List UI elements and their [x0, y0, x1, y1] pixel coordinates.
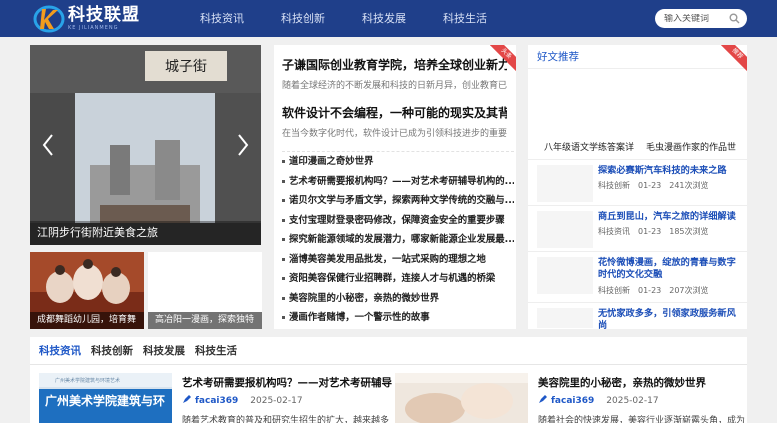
news-list-item[interactable]: 道印漫画之奇妙世界	[282, 152, 514, 172]
search-box	[655, 9, 747, 28]
nav-item-tech-innovation[interactable]: 科技创新	[269, 0, 325, 37]
news-list-item[interactable]: 支付宝理财登录密码修改，保障资金安全的重要步骤	[282, 211, 514, 231]
thumb-caption: 成都舞蹈幼儿园，培育舞	[30, 312, 144, 329]
search-input[interactable]	[664, 13, 734, 24]
article-desc: 随着艺术教育的普及和研究生招生的扩大，越来越多	[182, 416, 390, 423]
featured-desc: 在当今数字化时代，软件设计已成为引领科技进步的重要...	[282, 129, 507, 139]
featured-title[interactable]: 子谦国际创业教育学院，培养全球创业新力量	[282, 56, 507, 73]
recommend-item[interactable]: 花怜微博漫画，绽放的青春与数字时代的文化交融 科技创新 01-23 207次浏览	[528, 251, 747, 302]
featured-article[interactable]: 软件设计不会编程，一种可能的现实及其背后 在当今数字化时代，软件设计已成为引领科…	[282, 104, 507, 139]
recommend-item-title[interactable]: 花怜微博漫画，绽放的青春与数字时代的文化交融	[598, 257, 743, 281]
nav-item-tech-life[interactable]: 科技生活	[431, 0, 487, 37]
slider-next-arrow[interactable]	[235, 133, 251, 161]
article-date: 2025-02-17	[250, 395, 303, 406]
recommend-title: 好文推荐	[528, 45, 747, 69]
article-desc: 随着社会的快速发展，美容行业逐渐崭露头角，成为	[538, 416, 746, 423]
image-slider[interactable]: 城子街 江阴步行街附近美食之旅	[30, 45, 261, 245]
news-list-item[interactable]: 美容院里的小秘密，亲热的微妙世界	[282, 289, 514, 309]
author-icon	[538, 394, 548, 407]
news-list: 道印漫画之奇妙世界 艺术考研需要报机构吗？——对艺术考研辅导机构的... 诺贝尔…	[282, 151, 514, 328]
recommend-item[interactable]: 无忧家政多多，引领家政服务新风尚	[528, 302, 747, 332]
article-author[interactable]: facai369	[195, 396, 238, 406]
news-list-item[interactable]: 淄博美容美发用品批发，一站式采购的理想之地	[282, 250, 514, 270]
recommend-item-meta: 科技创新 01-23 241次浏览	[598, 181, 709, 190]
logo-k-icon	[33, 4, 65, 34]
featured-desc: 随着全球经济的不断发展和科技的日新月异，创业教育已...	[282, 81, 507, 91]
tab-tech-development[interactable]: 科技发展	[143, 343, 185, 361]
main-nav: 科技资讯 科技创新 科技发展 科技生活	[188, 0, 512, 37]
article-title[interactable]: 艺术考研需要报机构吗？——对艺术考研辅导	[182, 375, 392, 390]
search-icon[interactable]	[729, 13, 740, 27]
nav-item-tech-news[interactable]: 科技资讯	[188, 0, 244, 37]
logo-subtitle: KE JILIANMENG	[68, 25, 119, 31]
article-thumb[interactable]	[395, 373, 528, 423]
recommend-caption[interactable]: 八年级语文学练答案详	[544, 140, 634, 153]
tabs-divider	[30, 364, 747, 365]
headline-news-panel: 头条 子谦国际创业教育学院，培养全球创业新力量 随着全球经济的不断发展和科技的日…	[274, 45, 516, 329]
recommend-thumb	[537, 257, 593, 294]
recommend-item-title[interactable]: 无忧家政多多，引领家政服务新风尚	[598, 308, 743, 332]
slide-caption[interactable]: 江阴步行街附近美食之旅	[30, 221, 261, 245]
article-meta: facai369 2025-02-17	[182, 394, 303, 407]
slide-image: 城子街	[30, 45, 261, 245]
nav-item-tech-development[interactable]: 科技发展	[350, 0, 406, 37]
tab-tech-news[interactable]: 科技资讯	[39, 343, 81, 361]
recommend-badge: 推荐	[721, 45, 747, 71]
thumb-card-comic[interactable]: 高冶阳一漫画，探索独特	[148, 252, 262, 329]
category-tabs: 科技资讯 科技创新 科技发展 科技生活	[39, 343, 247, 361]
recommend-item-meta: 科技创新 01-23 207次浏览	[598, 286, 709, 295]
featured-article[interactable]: 子谦国际创业教育学院，培养全球创业新力量 随着全球经济的不断发展和科技的日新月异…	[282, 56, 507, 91]
recommend-item[interactable]: 探索必赛斯汽车科技的未来之路 科技创新 01-23 241次浏览	[528, 159, 747, 205]
logo-title: 科技联盟	[68, 5, 140, 25]
recommend-caption[interactable]: 毛虫漫画作家的作品世	[646, 140, 736, 153]
news-list-item[interactable]: 探究新能源领域的发展潜力，哪家新能源企业发展最...	[282, 230, 514, 250]
author-icon	[182, 394, 192, 407]
site-logo[interactable]: 科技联盟 KE JILIANMENG	[33, 4, 140, 34]
article-thumb-image	[395, 373, 528, 423]
top-header: 科技联盟 KE JILIANMENG 科技资讯 科技创新 科技发展 科技生活	[0, 0, 777, 37]
news-list-item[interactable]: 诺贝尔文学与矛盾文学，探索两种文学传统的交融与...	[282, 191, 514, 211]
recommend-item[interactable]: 商丘到昆山，汽车之旅的详细解读 科技资讯 01-23 185次浏览	[528, 205, 747, 251]
tab-tech-innovation[interactable]: 科技创新	[91, 343, 133, 361]
slider-prev-arrow[interactable]	[40, 133, 56, 161]
recommend-thumb	[537, 308, 593, 328]
category-tabs-panel: 科技资讯 科技创新 科技发展 科技生活 广州美术学院建筑与环境艺术 广州美术学院…	[30, 337, 747, 423]
recommend-item-title[interactable]: 探索必赛斯汽车科技的未来之路	[598, 165, 743, 177]
recommend-thumb	[537, 165, 593, 202]
recommend-item-meta: 科技资讯 01-23 185次浏览	[598, 227, 709, 236]
thumb-card-dance[interactable]: 成都舞蹈幼儿园，培育舞	[30, 252, 144, 329]
article-date: 2025-02-17	[606, 395, 659, 406]
thumb-caption: 高冶阳一漫画，探索独特	[148, 312, 262, 329]
recommend-thumb	[537, 211, 593, 248]
recommend-item-title[interactable]: 商丘到昆山，汽车之旅的详细解读	[598, 211, 743, 223]
street-sign-text: 城子街	[165, 59, 207, 75]
featured-title[interactable]: 软件设计不会编程，一种可能的现实及其背后	[282, 104, 507, 121]
news-list-item[interactable]: 漫画作者赌博，一个警示性的故事	[282, 308, 514, 328]
news-list-item[interactable]: 艺术考研需要报机构吗？——对艺术考研辅导机构的...	[282, 172, 514, 192]
article-title[interactable]: 美容院里的小秘密，亲热的微妙世界	[538, 375, 706, 390]
article-author[interactable]: facai369	[551, 396, 594, 406]
tab-tech-life[interactable]: 科技生活	[195, 343, 237, 361]
article-meta: facai369 2025-02-17	[538, 394, 659, 407]
article-thumb[interactable]: 广州美术学院建筑与环境艺术 广州美术学院建筑与环	[39, 373, 172, 423]
recommend-panel: 好文推荐 推荐 八年级语文学练答案详 毛虫漫画作家的作品世 探索必赛斯汽车科技的…	[528, 45, 747, 332]
news-list-item[interactable]: 资阳美容保健行业招聘群，连接人才与机遇的桥梁	[282, 269, 514, 289]
